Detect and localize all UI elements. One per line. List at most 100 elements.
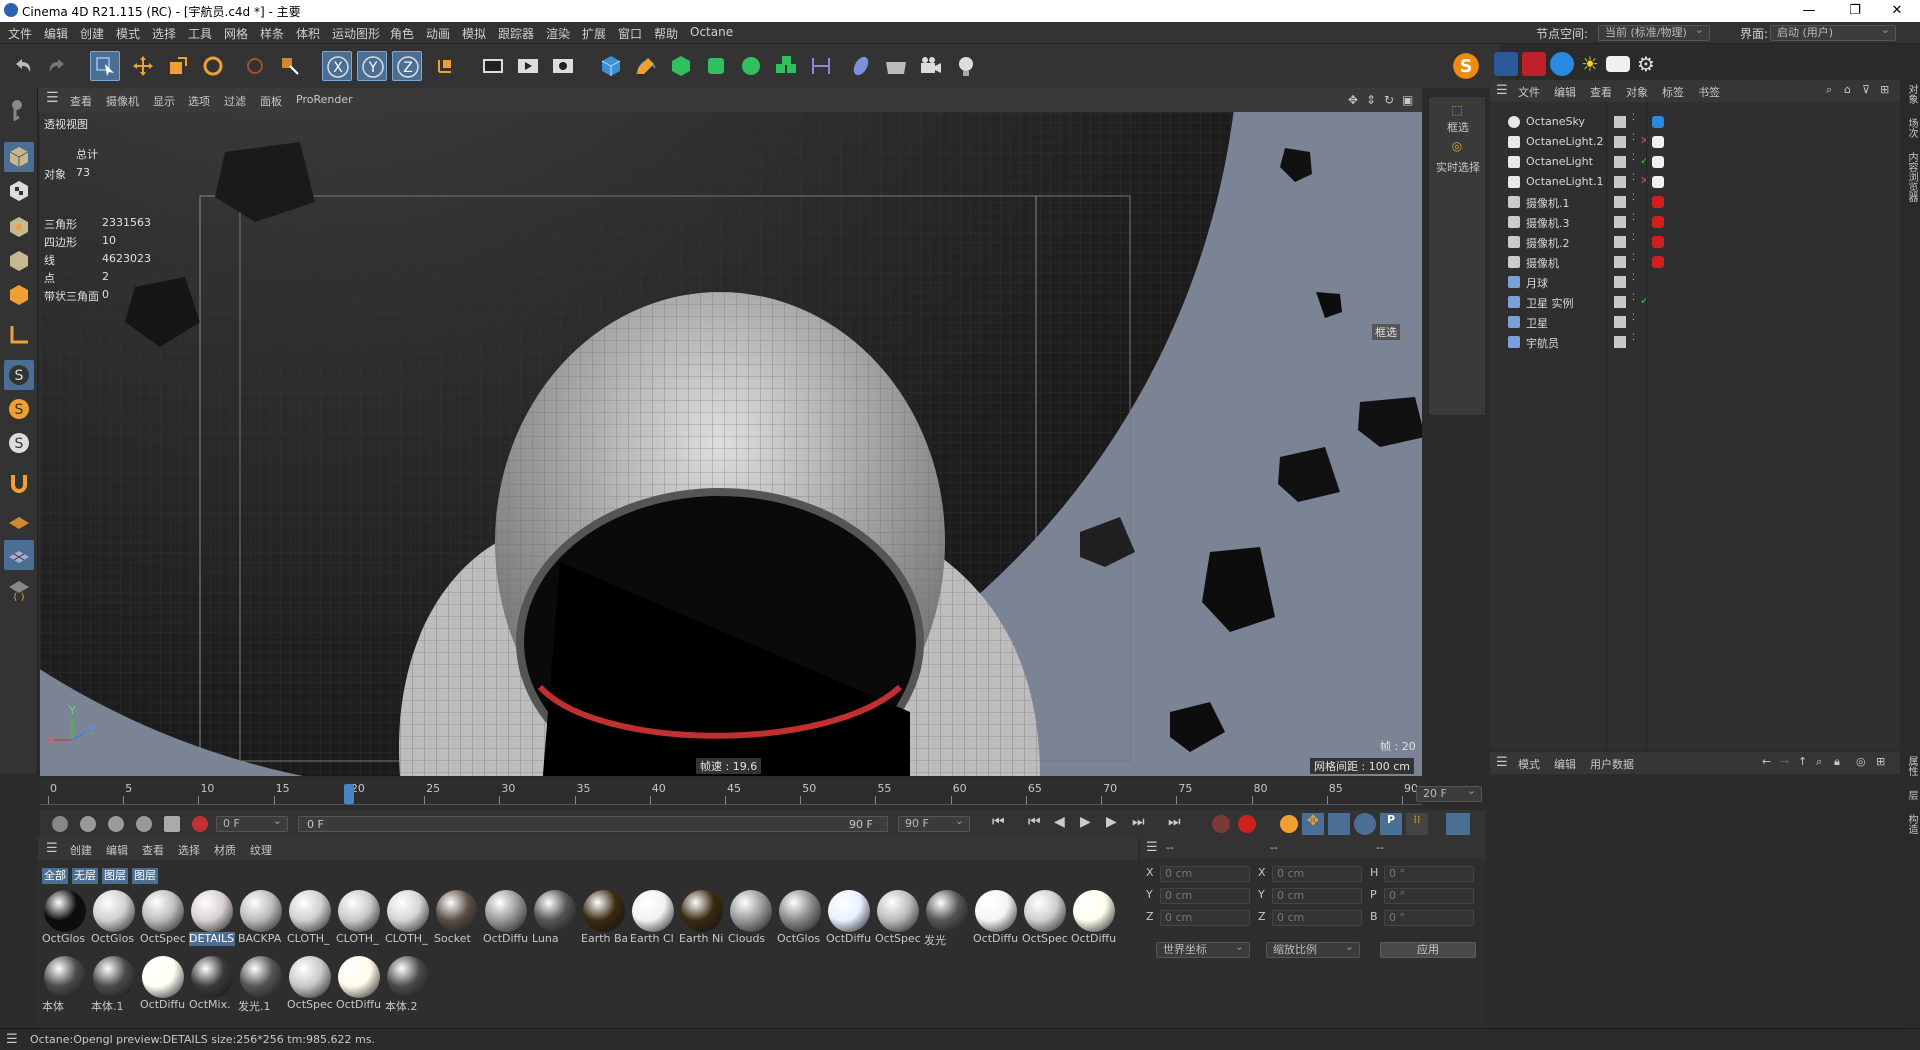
coord-value-field[interactable]: 0 cm xyxy=(1160,866,1250,882)
viewport-menu-filter[interactable]: 过滤 xyxy=(224,93,246,109)
coord-value-field[interactable]: 0 cm xyxy=(1160,910,1250,926)
align-workplane-icon[interactable]: ( ) xyxy=(4,574,34,604)
object-row[interactable]: 摄像机.1 ⁚ xyxy=(1490,192,1900,212)
maximize-button[interactable]: ❐ xyxy=(1832,0,1878,22)
menu-spline[interactable]: 样条 xyxy=(260,25,284,42)
mat-menu-create[interactable]: 创建 xyxy=(70,842,92,858)
visibility-dots-icon[interactable]: ⁚ xyxy=(1632,333,1635,343)
material-swatch[interactable]: OctSpec xyxy=(287,954,333,1012)
goto-end-icon[interactable]: ⏭ xyxy=(1168,814,1188,834)
object-row[interactable]: 摄像机.3 ⁚ xyxy=(1490,212,1900,232)
coord-value-field[interactable]: 0 cm xyxy=(1160,888,1250,904)
viewport-maximize-icon[interactable]: ▣ xyxy=(1402,93,1413,107)
material-swatch[interactable]: 发光 xyxy=(924,888,970,946)
undo-icon[interactable] xyxy=(8,51,38,81)
coordinate-system-icon[interactable] xyxy=(430,51,460,81)
mat-menu-material[interactable]: 材质 xyxy=(214,842,236,858)
position-track-icon[interactable]: ✥ xyxy=(1302,813,1324,835)
visibility-dots-icon[interactable]: ⁚ xyxy=(1632,273,1635,283)
extrude-icon[interactable] xyxy=(701,51,731,81)
floor-environment-icon[interactable] xyxy=(881,51,911,81)
object-tag-icon[interactable] xyxy=(1652,176,1664,188)
coord-hamburger-icon[interactable]: ☰ xyxy=(1146,840,1158,855)
coord-scale-dropdown[interactable]: 缩放比例 xyxy=(1266,940,1360,958)
rotate-tool-icon[interactable] xyxy=(198,51,228,81)
object-tag-icon[interactable] xyxy=(1652,156,1664,168)
object-row[interactable]: OctaneLight ⁚ ✓ xyxy=(1490,152,1900,172)
object-row[interactable]: 卫星 实例 ⁚ ✓ xyxy=(1490,292,1900,312)
octane-area-light-icon[interactable] xyxy=(1606,56,1630,72)
live-select-circle-icon[interactable]: ◎ xyxy=(1445,139,1469,153)
object-row[interactable]: 摄像机.2 ⁚ xyxy=(1490,232,1900,252)
render-view-icon[interactable] xyxy=(478,51,508,81)
timeline-window-icon[interactable] xyxy=(1446,813,1470,835)
tab-structure[interactable]: 构造 xyxy=(1904,814,1919,834)
polygons-mode-icon[interactable] xyxy=(4,280,34,310)
shuffle-icon[interactable] xyxy=(164,816,180,832)
menu-file[interactable]: 文件 xyxy=(8,25,32,42)
enable-state-icon[interactable]: ✕ xyxy=(1640,174,1649,187)
object-tag-icon[interactable] xyxy=(1652,236,1664,248)
material-swatch[interactable]: OctSpec xyxy=(1022,888,1068,946)
material-swatch[interactable]: Earth Cl xyxy=(630,888,676,946)
edges-mode-icon[interactable] xyxy=(4,246,34,276)
edit-visibility-icon[interactable] xyxy=(1614,256,1626,268)
light-icon[interactable] xyxy=(951,51,981,81)
menu-animate[interactable]: 动画 xyxy=(426,25,450,42)
tab-attributes[interactable]: 属性 xyxy=(1904,756,1919,776)
menu-edit[interactable]: 编辑 xyxy=(44,25,68,42)
status-hamburger-icon[interactable]: ☰ xyxy=(6,1032,18,1047)
material-swatch[interactable]: Luna xyxy=(532,888,578,946)
attr-back-icon[interactable]: ← xyxy=(1762,755,1771,768)
object-tag-icon[interactable] xyxy=(1652,116,1664,128)
preview-range-slider[interactable]: 0 F 90 F xyxy=(298,816,888,832)
om-search-icon[interactable]: ⌕ xyxy=(1826,83,1832,97)
octane-sky-icon[interactable] xyxy=(1550,52,1574,76)
workplane-s-icon[interactable]: S xyxy=(4,428,34,458)
visibility-dots-icon[interactable]: ⁚ xyxy=(1632,153,1635,163)
visibility-dots-icon[interactable]: ⁚ xyxy=(1632,213,1635,223)
magnet-icon[interactable] xyxy=(4,468,34,498)
redo-icon[interactable] xyxy=(42,51,72,81)
object-row[interactable]: 宇航员 ⁚ xyxy=(1490,332,1900,352)
object-name[interactable]: 宇航员 xyxy=(1526,335,1559,351)
object-row[interactable]: 卫星 ⁚ xyxy=(1490,312,1900,332)
visibility-dots-icon[interactable]: ⁚ xyxy=(1632,293,1635,303)
menu-volume[interactable]: 体积 xyxy=(296,25,320,42)
parameter-track-icon[interactable]: P xyxy=(1380,813,1402,835)
visibility-dots-icon[interactable]: ⁚ xyxy=(1632,313,1635,323)
menu-create[interactable]: 创建 xyxy=(80,25,104,42)
render-settings-icon[interactable] xyxy=(548,51,578,81)
material-swatch[interactable]: OctDiffu xyxy=(973,888,1019,946)
object-name[interactable]: OctaneSky xyxy=(1526,115,1585,128)
field-icon[interactable] xyxy=(846,51,876,81)
mograph-cloner-icon[interactable] xyxy=(736,51,766,81)
viewport-rotate-icon[interactable]: ↻ xyxy=(1384,93,1394,107)
menu-octane[interactable]: Octane xyxy=(690,25,733,39)
goto-start-icon[interactable]: ⏮ xyxy=(992,814,1012,834)
edit-visibility-icon[interactable] xyxy=(1614,276,1626,288)
attr-lock-icon[interactable]: 🔒︎ xyxy=(1834,755,1840,769)
menu-simulate[interactable]: 模拟 xyxy=(462,25,486,42)
menu-tools[interactable]: 工具 xyxy=(188,25,212,42)
visibility-dots-icon[interactable]: ⁚ xyxy=(1632,193,1635,203)
menu-mode[interactable]: 模式 xyxy=(116,25,140,42)
menu-mesh[interactable]: 网格 xyxy=(224,25,248,42)
minimize-button[interactable]: — xyxy=(1786,0,1832,22)
octane-sun-icon[interactable]: ☀ xyxy=(1578,52,1602,76)
material-swatch[interactable]: OctGlos xyxy=(42,888,88,946)
keyframe-mode-icon[interactable] xyxy=(80,816,96,832)
edit-visibility-icon[interactable] xyxy=(1614,196,1626,208)
filter-layer-2[interactable]: 图层 xyxy=(132,868,158,884)
material-swatch[interactable]: OctDiffu xyxy=(1071,888,1117,946)
menu-select[interactable]: 选择 xyxy=(152,25,176,42)
om-menu-bookmarks[interactable]: 书签 xyxy=(1698,84,1720,100)
z-axis-lock-icon[interactable]: Z xyxy=(392,51,422,81)
play-icon[interactable]: ▶ xyxy=(1080,814,1100,834)
subdivision-icon[interactable] xyxy=(666,51,696,81)
object-row[interactable]: OctaneSky ⁚ xyxy=(1490,112,1900,132)
octane-settings-gear-icon[interactable]: ⚙ xyxy=(1634,52,1658,76)
visibility-dots-icon[interactable]: ⁚ xyxy=(1632,253,1635,263)
blend-icon[interactable] xyxy=(136,816,152,832)
viewport-menu-cameras[interactable]: 摄像机 xyxy=(106,93,139,109)
